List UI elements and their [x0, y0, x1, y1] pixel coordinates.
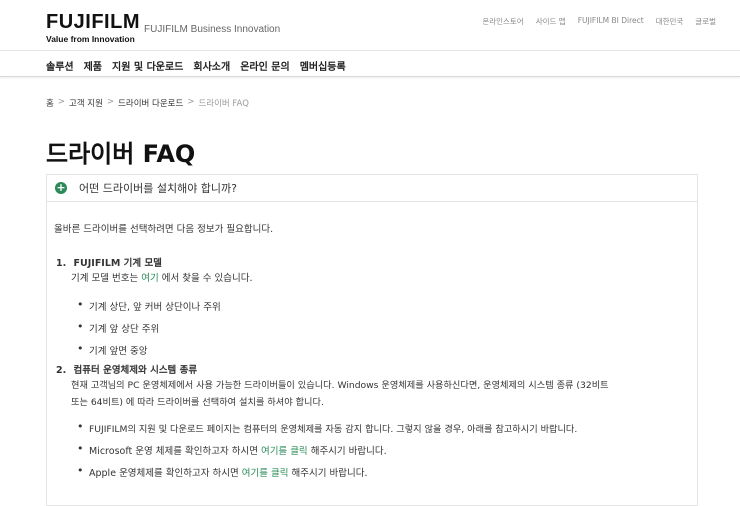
faq-accordion: + 어떤 드라이버를 설치해야 합니까? 올바른 드라이버를 선택하려면 다음 …: [46, 174, 698, 506]
apple-click-here-link[interactable]: 여기를 클릭: [242, 468, 289, 479]
page-title: 드라이버 FAQ: [46, 140, 196, 168]
list-item-text: 기계 앞 상단 주위: [89, 324, 160, 335]
list-item-text: Microsoft 운영 체제를 확인하고자 하시면 여기를 클릭 해주시기 바…: [89, 443, 387, 457]
plus-icon[interactable]: +: [55, 182, 67, 194]
nav-item-about[interactable]: 회사소개: [193, 58, 230, 73]
list-item-text: 기계 상단, 앞 커버 상단이나 주위: [89, 302, 221, 313]
accordion-title: 어떤 드라이버를 설치해야 합니까?: [79, 182, 238, 195]
bullet2-text: Microsoft 운영 체제를 확인하고자 하시면: [89, 446, 261, 457]
breadcrumb-support[interactable]: 고객 지원: [69, 97, 103, 109]
bullet3-text-end: 해주시기 바랍니다.: [288, 468, 368, 479]
accordion-header[interactable]: + 어떤 드라이버를 설치해야 합니까?: [47, 175, 697, 202]
util-link-sitemap[interactable]: 사이드 맵: [536, 16, 566, 27]
nav-item-membership[interactable]: 멤버십등록: [300, 58, 346, 73]
list-item-text: 기계 앞면 중앙: [89, 346, 148, 357]
util-link-korea[interactable]: 대한민국: [656, 16, 684, 27]
fujifilm-logo[interactable]: FUJIFILM Value from Innovation: [46, 12, 140, 44]
logo-tagline: Value from Innovation: [46, 34, 135, 44]
step-1-desc-text: 기계 모델 번호는: [71, 273, 142, 284]
breadcrumb-driver-download[interactable]: 드라이버 다운로드: [118, 97, 183, 109]
list-item-text: Apple 운영체제를 확인하고자 하시면 여기를 클릭 해주시기 바랍니다.: [89, 465, 367, 479]
intro-text: 올바른 드라이버를 선택하려면 다음 정보가 필요합니다.: [54, 224, 274, 235]
nav-item-inquiry[interactable]: 온라인 문의: [240, 58, 289, 73]
step-1-desc-text-end: 에서 찾을 수 있습니다.: [158, 273, 253, 284]
nav-item-support[interactable]: 지원 및 다운로드: [112, 58, 183, 73]
step-2-number: 2.: [56, 365, 67, 376]
step-1-desc: 기계 모델 번호는 여기 에서 찾을 수 있습니다.: [71, 270, 253, 284]
subbrand-label: FUJIFILM Business Innovation: [144, 24, 281, 35]
step-2: 2. 컴퓨터 운영체제와 시스템 종류: [56, 362, 197, 376]
step-1-here-link[interactable]: 여기: [141, 273, 158, 284]
breadcrumb: 홈 > 고객 지원 > 드라이버 다운로드 > 드라이버 FAQ: [46, 97, 249, 109]
step-2-desc-line1: 현재 고객님의 PC 운영체제에서 사용 가능한 드라이버들이 있습니다. Wi…: [71, 380, 609, 391]
bullet2-text-end: 해주시기 바랍니다.: [307, 446, 387, 457]
step-1-number: 1.: [56, 258, 67, 269]
step-1-title: FUJIFILM 기계 모델: [73, 258, 162, 269]
step-2-desc-line2: 또는 64비트) 에 따라 드라이버를 선택하여 설치를 하셔야 합니다.: [71, 397, 324, 408]
util-link-bi-direct[interactable]: FUJIFILM BI Direct: [578, 16, 644, 27]
breadcrumb-home[interactable]: 홈: [46, 97, 54, 109]
breadcrumb-separator: >: [106, 97, 115, 107]
utility-links: 온라인스토어 사이드 맵 FUJIFILM BI Direct 대한민국 글로벌: [482, 16, 716, 27]
site-header: FUJIFILM Value from Innovation FUJIFILM …: [0, 0, 740, 51]
list-item-text: FUJIFILM의 지원 및 다운로드 페이지는 컴퓨터의 운영체제를 자동 감…: [89, 424, 578, 435]
util-link-global[interactable]: 글로벌: [695, 16, 716, 27]
step-2-title: 컴퓨터 운영체제와 시스템 종류: [73, 365, 198, 376]
nav-item-products[interactable]: 제품: [84, 58, 102, 73]
logo-wordmark: FUJIFILM: [46, 11, 140, 33]
nav-item-solutions[interactable]: 솔루션: [46, 58, 74, 73]
breadcrumb-current: 드라이버 FAQ: [198, 99, 249, 109]
step-2-desc: 현재 고객님의 PC 운영체제에서 사용 가능한 드라이버들이 있습니다. Wi…: [71, 377, 691, 408]
breadcrumb-separator: >: [57, 97, 65, 107]
breadcrumb-separator: >: [187, 97, 195, 107]
bullet3-text: Apple 운영체제를 확인하고자 하시면: [89, 468, 242, 479]
util-link-store[interactable]: 온라인스토어: [482, 16, 523, 27]
step-1: 1. FUJIFILM 기계 모델: [56, 255, 162, 269]
main-nav: 솔루션 제품 지원 및 다운로드 회사소개 온라인 문의 멤버십등록: [0, 51, 740, 77]
microsoft-click-here-link[interactable]: 여기를 클릭: [261, 446, 308, 457]
